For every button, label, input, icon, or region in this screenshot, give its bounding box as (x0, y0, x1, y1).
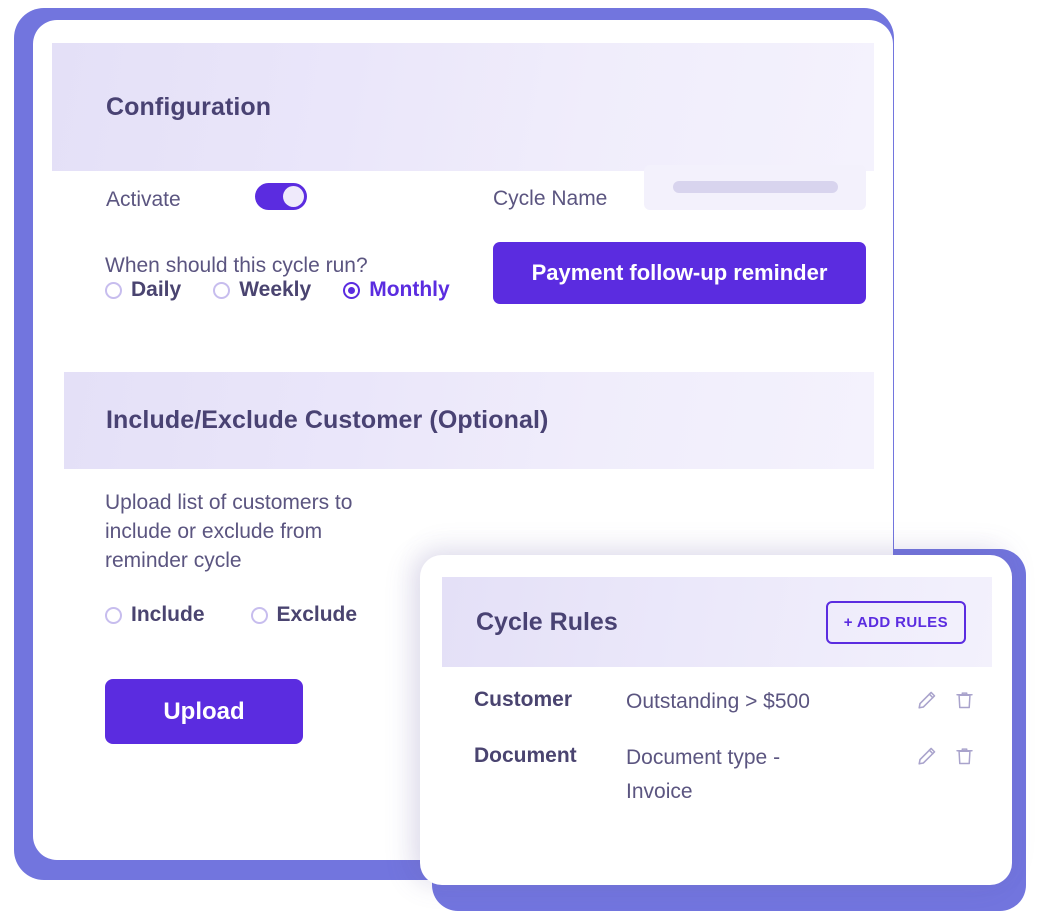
radio-label-daily: Daily (131, 278, 182, 301)
radio-option-weekly[interactable]: Weekly (213, 278, 311, 302)
trash-icon[interactable] (954, 689, 976, 713)
radio-circle-icon (250, 606, 268, 624)
radio-label-weekly: Weekly (239, 278, 312, 301)
radio-circle-icon (213, 281, 231, 299)
cycle-name-label: Cycle Name (493, 187, 608, 210)
pencil-icon[interactable] (916, 745, 938, 769)
trash-icon[interactable] (954, 745, 976, 769)
include-exclude-section-header: Include/Exclude Customer (Optional) (64, 372, 874, 469)
radio-label-exclude: Exclude (276, 603, 358, 626)
include-exclude-radio-group: Include Exclude (105, 603, 403, 627)
cycle-name-input[interactable] (644, 165, 866, 210)
cycle-rules-title: Cycle Rules (476, 607, 618, 636)
radio-label-include: Include (131, 603, 205, 626)
radio-option-monthly[interactable]: Monthly (343, 278, 450, 302)
activate-toggle[interactable] (255, 183, 307, 210)
activate-label: Activate (106, 188, 181, 211)
cycle-name-placeholder-bar (673, 181, 838, 193)
configuration-title: Configuration (106, 92, 272, 121)
include-exclude-title: Include/Exclude Customer (Optional) (106, 406, 549, 434)
rule-kind: Document (474, 744, 577, 767)
rule-kind: Customer (474, 688, 573, 711)
activate-toggle-knob (283, 186, 304, 207)
add-rules-button[interactable]: + ADD RULES (825, 600, 966, 644)
upload-description: Upload list of customers to include or e… (105, 491, 353, 572)
cycle-rules-card: Cycle Rules + ADD RULES Customer Outstan… (420, 555, 1012, 885)
radio-circle-selected-icon (343, 281, 361, 299)
radio-label-monthly: Monthly (369, 278, 450, 301)
upload-button[interactable]: Upload (105, 679, 303, 744)
rule-description: Outstanding > $500 (626, 690, 810, 713)
payment-followup-reminder-button[interactable]: Payment follow-up reminder (493, 242, 866, 304)
rule-description: Document type - Invoice (626, 746, 781, 803)
pencil-icon[interactable] (916, 689, 938, 713)
radio-option-include[interactable]: Include (105, 603, 205, 627)
radio-circle-icon (105, 606, 122, 624)
configuration-section-header: Configuration (52, 43, 874, 171)
table-row: Document Document type - Invoice (420, 741, 1012, 809)
rule-actions (916, 745, 976, 769)
rule-actions (916, 689, 976, 713)
cycle-rules-header: Cycle Rules + ADD RULES (442, 577, 992, 667)
radio-option-daily[interactable]: Daily (105, 278, 181, 302)
radio-circle-icon (105, 281, 122, 299)
screenshot-stage: Configuration Activate Cycle Name When s… (0, 0, 1040, 920)
radio-option-exclude[interactable]: Exclude (250, 603, 358, 627)
frequency-radio-group: Daily Weekly Monthly (105, 278, 482, 302)
cycle-rules-list: Customer Outstanding > $500 Document Doc… (420, 685, 1012, 831)
table-row: Customer Outstanding > $500 (420, 685, 1012, 719)
frequency-question-label: When should this cycle run? (105, 254, 368, 277)
